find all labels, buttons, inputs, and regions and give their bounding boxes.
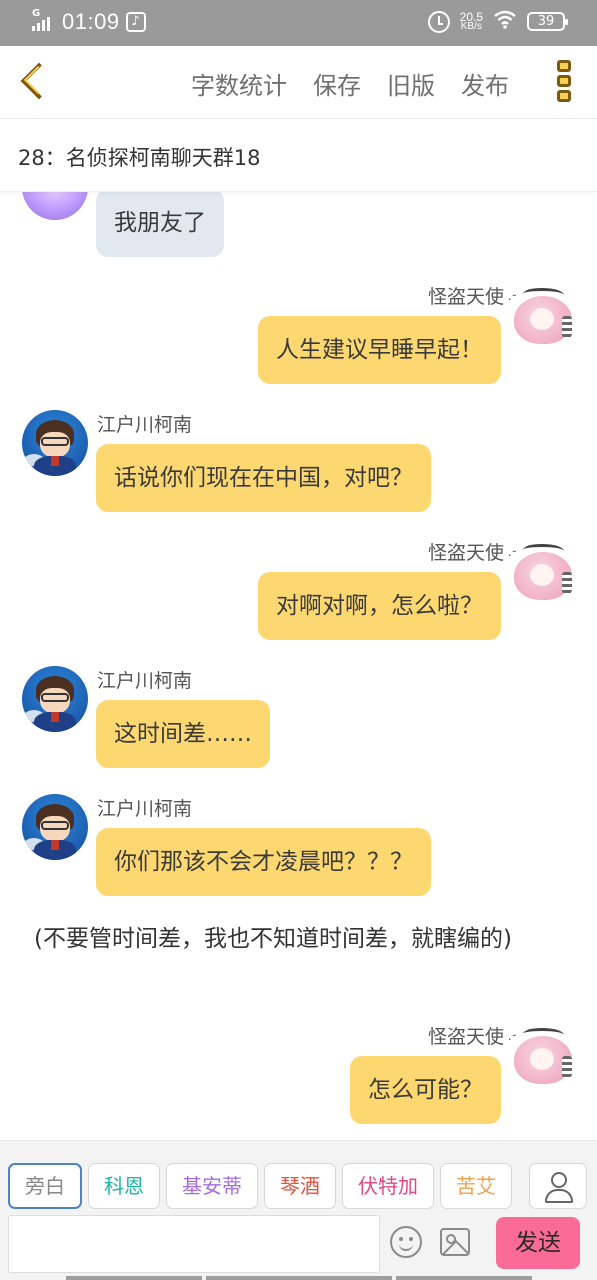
narration-text[interactable]: (不要管时间差，我也不知道时间差，就瞎编的) xyxy=(34,924,574,955)
network-speed: 20.5 KB/s xyxy=(460,11,483,32)
speaker-name: 怪盗天使 ·˘ xyxy=(427,286,517,308)
avatar xyxy=(510,1026,576,1092)
gesture-bar xyxy=(396,1276,532,1280)
back-chevron-icon[interactable] xyxy=(14,58,54,108)
wifi-icon xyxy=(493,9,517,34)
clock-time: 01:09 xyxy=(62,9,120,34)
speaker-name: 怪盗天使 ·˘ xyxy=(427,542,517,564)
avatar xyxy=(22,410,88,476)
role-chip[interactable]: 琴酒 xyxy=(264,1163,336,1209)
status-bar: G 01:09 ♪ 20.5 KB/s 39 xyxy=(0,0,597,46)
role-chip-narrator[interactable]: 旁白 xyxy=(8,1163,82,1209)
network-type-label: G xyxy=(32,8,41,19)
signal-icon: G xyxy=(32,8,56,33)
composer-panel: 旁白 科恩 基安蒂 琴酒 伏特加 苦艾 发送 xyxy=(0,1140,597,1280)
editor-toolbar: 字数统计 保存 旧版 发布 xyxy=(0,46,597,119)
message-bubble[interactable]: 你们那该不会才凌晨吧？？？ xyxy=(96,828,431,896)
role-chip[interactable]: 基安蒂 xyxy=(166,1163,258,1209)
publish-button[interactable]: 发布 xyxy=(461,66,509,101)
message-bubble[interactable]: 人生建议早睡早起！ xyxy=(258,316,501,384)
message-bubble[interactable]: 怎么可能？ xyxy=(350,1056,501,1124)
gesture-bar xyxy=(206,1276,392,1280)
role-chip[interactable]: 科恩 xyxy=(88,1163,160,1209)
network-speed-unit: KB/s xyxy=(460,20,482,32)
chat-area[interactable]: 我朋友了 怪盗天使 ·˘ 人生建议早睡早起！ 江户川柯南 话说你们现在在中国，对吧… xyxy=(0,192,597,1140)
avatar xyxy=(22,666,88,732)
message-bubble[interactable]: 这时间差…… xyxy=(96,700,270,768)
avatar xyxy=(22,794,88,860)
word-count-button[interactable]: 字数统计 xyxy=(191,66,287,101)
message-bubble[interactable]: 话说你们现在在中国，对吧？ xyxy=(96,444,431,512)
chapter-title: 28：名侦探柯南聊天群18 xyxy=(18,146,261,170)
battery-icon: 39 xyxy=(527,12,568,31)
save-button[interactable]: 保存 xyxy=(313,66,361,101)
message-bubble[interactable]: 我朋友了 xyxy=(96,192,224,257)
emoji-icon[interactable] xyxy=(390,1226,422,1258)
avatar xyxy=(22,192,88,220)
role-selector: 旁白 科恩 基安蒂 琴酒 伏特加 苦艾 xyxy=(8,1163,538,1211)
role-chip[interactable]: 苦艾 xyxy=(440,1163,512,1209)
image-icon[interactable] xyxy=(440,1228,470,1256)
avatar xyxy=(510,542,576,608)
role-chip[interactable]: 伏特加 xyxy=(342,1163,434,1209)
old-version-button[interactable]: 旧版 xyxy=(387,66,435,101)
message-bubble[interactable]: 对啊对啊，怎么啦？ xyxy=(258,572,501,640)
avatar xyxy=(510,286,576,352)
speaker-name: 江户川柯南 xyxy=(97,798,193,820)
more-menu-icon[interactable] xyxy=(557,60,573,106)
chapter-title-bar[interactable]: 28：名侦探柯南聊天群18 xyxy=(0,120,597,192)
speaker-name: 怪盗天使 ·˘ xyxy=(427,1026,517,1048)
gesture-bar xyxy=(66,1276,202,1280)
speaker-name: 江户川柯南 xyxy=(97,670,193,692)
alarm-icon xyxy=(427,10,450,33)
speaker-name: 江户川柯南 xyxy=(97,414,193,436)
send-button[interactable]: 发送 xyxy=(496,1217,580,1269)
user-icon[interactable] xyxy=(529,1163,587,1209)
message-input[interactable] xyxy=(8,1215,380,1273)
music-icon: ♪ xyxy=(125,12,146,32)
